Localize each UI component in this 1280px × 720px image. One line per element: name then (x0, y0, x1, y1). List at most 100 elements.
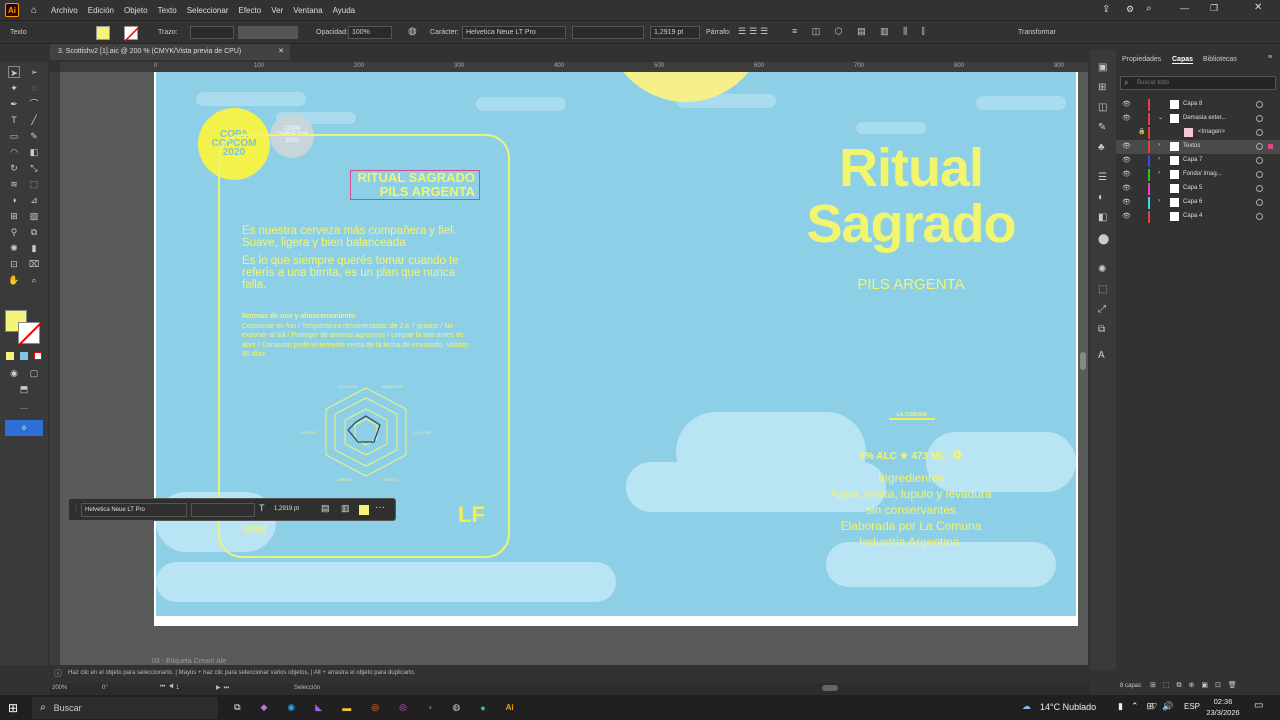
ctx-fill-swatch[interactable] (359, 505, 369, 515)
align-left-icon[interactable]: ▤ (321, 503, 330, 514)
font-size-field[interactable]: 1,2919 pt (650, 26, 700, 39)
blend-tool-icon[interactable]: ⧉ (28, 226, 40, 238)
rotate-tool-icon[interactable]: ↻ (8, 162, 20, 174)
menu-archivo[interactable]: Archivo (51, 6, 78, 15)
document-tab[interactable]: 3. Scottishv2 [1].aic @ 200 % (CMYK/Vist… (50, 44, 290, 60)
gradient-tool-icon[interactable]: ▨ (28, 210, 40, 222)
recolor-icon[interactable]: ◍ (408, 26, 417, 37)
slice-tool-icon[interactable]: ⌧ (28, 258, 40, 270)
warp-tool-icon[interactable]: ≋ (8, 178, 20, 190)
font-family-dropdown[interactable]: Helvetica Neue LT Pro (462, 26, 566, 39)
menu-objeto[interactable]: Objeto (124, 6, 148, 15)
expand-chevron-icon[interactable]: › (1158, 170, 1160, 176)
appearance-icon[interactable]: ◧ (1098, 212, 1107, 223)
firefox-icon[interactable]: ◎ (371, 702, 379, 713)
layers-icon[interactable]: ◫ (1098, 102, 1107, 113)
menu-texto[interactable]: Texto (158, 6, 177, 15)
layer-actions-icons[interactable]: ⊞⬚⧉⊕▣⊡🗑 (1150, 681, 1244, 690)
visibility-eye-icon[interactable]: 👁 (1122, 212, 1131, 220)
transparency-icon[interactable]: ◐ (1098, 192, 1104, 203)
input-language[interactable]: ESP (1184, 702, 1200, 711)
spotify-icon[interactable]: ● (480, 703, 485, 713)
curvature-tool-icon[interactable]: ⌒ (28, 98, 40, 110)
graphic-styles-icon[interactable]: ⬤ (1098, 234, 1109, 245)
navigator-icon[interactable]: ⤢ (1098, 304, 1106, 315)
zoom-tool-icon[interactable]: ⌕ (28, 274, 40, 286)
layer-row[interactable]: 👁 › Capa 6 (1116, 196, 1280, 210)
visibility-eye-icon[interactable]: 👁 (1122, 100, 1131, 108)
symbol-sprayer-icon[interactable]: ✺ (8, 242, 20, 254)
eraser-icon[interactable]: ◧ (28, 146, 40, 158)
copilot-icon[interactable]: ◆ (261, 702, 268, 713)
menu-ventana[interactable]: Ventana (293, 6, 322, 15)
rectangle-tool-icon[interactable]: ▭ (8, 130, 20, 142)
transform-button[interactable]: Transformar (1018, 29, 1056, 36)
target-icon[interactable] (1256, 101, 1263, 108)
symbols-icon[interactable]: ♣ (1098, 142, 1105, 153)
canvas-area[interactable]: COPA COPCOM 2020 COPA CERVEZAS 2020 RITU… (60, 72, 1088, 665)
color-guide-icon[interactable]: ✺ (1098, 264, 1106, 275)
variable-width-profile[interactable] (238, 26, 298, 39)
windows-start-icon[interactable]: ⊞ (8, 701, 18, 715)
zoom-level[interactable]: 200% (52, 685, 67, 691)
visibility-eye-icon[interactable]: 👁 (1122, 142, 1131, 150)
artboards-icon[interactable]: ⧉ (1098, 324, 1105, 335)
selection-tool-icon[interactable]: ➤ (8, 66, 20, 78)
column-graph-icon[interactable]: ▮ (28, 242, 40, 254)
fill-swatch[interactable] (96, 26, 110, 40)
artboard-tool-icon[interactable]: ⊡ (8, 258, 20, 270)
visibility-eye-icon[interactable]: 👁 (1122, 156, 1131, 164)
artboard-number[interactable]: 1 (176, 685, 179, 691)
wifi-icon[interactable]: ⌔ (1150, 701, 1158, 712)
menu-efecto[interactable]: Efecto (239, 6, 262, 15)
target-icon[interactable] (1256, 199, 1263, 206)
visibility-eye-icon[interactable]: 👁 (1122, 114, 1131, 122)
drag-handle-icon[interactable]: ⋮ (73, 505, 79, 512)
draw-mode-icon[interactable]: ◉ (8, 367, 20, 379)
lock-icon[interactable]: 🔒 (1138, 128, 1145, 135)
settings-icon[interactable]: ⚙ (1126, 4, 1134, 15)
shaper-tool-icon[interactable]: ◠ (8, 146, 20, 158)
share-icon[interactable]: ⇪ (1102, 4, 1110, 15)
visibility-eye-icon[interactable]: 👁 (1122, 198, 1131, 206)
type-tool-icon[interactable]: T (8, 114, 20, 126)
layer-row[interactable]: 👁 › Capa 7 (1116, 154, 1280, 168)
export-icon[interactable]: ⬚ (1098, 284, 1107, 295)
menu-ayuda[interactable]: Ayuda (333, 6, 356, 15)
stroke-color-swatch[interactable] (18, 322, 42, 346)
expand-chevron-icon[interactable]: › (1158, 156, 1160, 162)
tab-bibliotecas[interactable]: Bibliotecas (1203, 56, 1237, 63)
mesh-tool-icon[interactable]: ⊞ (8, 210, 20, 222)
stroke-swatch[interactable] (124, 26, 140, 42)
tab-capas[interactable]: Capas (1172, 56, 1194, 64)
eyedropper-icon[interactable]: ⚲ (8, 226, 20, 238)
notifications-icon[interactable]: ▭ (1254, 700, 1263, 711)
free-transform-icon[interactable]: ⬚ (28, 178, 40, 190)
home-icon[interactable]: ⌂ (31, 5, 37, 16)
illustrator-taskbar-icon[interactable]: Ai (506, 703, 514, 712)
restore-icon[interactable]: ❐ (1210, 3, 1218, 14)
visibility-eye-icon[interactable]: 👁 (1122, 184, 1131, 192)
ctx-size-field[interactable]: 1,2919 pt (271, 503, 313, 517)
shape-builder-icon[interactable]: ◑ (8, 194, 20, 206)
perspective-grid-icon[interactable]: ⊿ (28, 194, 40, 206)
layer-row[interactable]: 👁 ⌄ Demasia exter... (1116, 112, 1280, 126)
obs-icon[interactable]: ◍ (452, 702, 460, 713)
chrome-icon[interactable]: ◎ (399, 702, 407, 713)
misc-align-icons[interactable]: ≡ ◫ ⬡ ▤ ▥ ⫼ ⫿ (792, 26, 931, 37)
tab-propiedades[interactable]: Propiedades (1122, 56, 1161, 63)
rotation-angle[interactable]: 0° (102, 685, 108, 691)
more-tools-icon[interactable]: ··· (18, 402, 30, 414)
line-tool-icon[interactable]: ╱ (28, 114, 40, 126)
magic-wand-icon[interactable]: ✦ (8, 82, 20, 94)
more-options-icon[interactable]: ··· (375, 502, 385, 513)
hand-tool-icon[interactable]: ✋ (8, 274, 20, 286)
target-icon[interactable] (1256, 157, 1263, 164)
layer-row[interactable]: 👁 Capa 5 (1116, 182, 1280, 196)
selected-title-textframe[interactable]: RITUAL SAGRADO PILS ARGENTA (350, 170, 480, 200)
paintbrush-icon[interactable]: ✎ (28, 130, 40, 142)
libraries-icon[interactable]: ▣ (1098, 62, 1107, 73)
layer-row-selected[interactable]: 👁 › Textos (1116, 140, 1280, 154)
whatsapp-icon[interactable]: ◔ (427, 703, 432, 713)
target-icon[interactable] (1256, 171, 1263, 178)
